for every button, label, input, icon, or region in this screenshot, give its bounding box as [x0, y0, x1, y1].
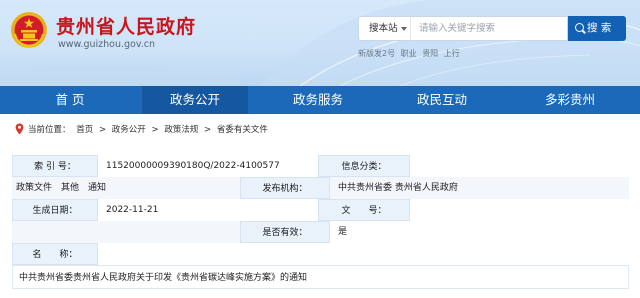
- site-title[interactable]: 贵州省人民政府: [56, 12, 196, 39]
- breadcrumb-link-gov-affairs[interactable]: 政务公开: [112, 125, 146, 135]
- nav-item-gov-services[interactable]: 政务服务: [268, 86, 368, 114]
- site-domain: www.guizhou.gov.cn: [58, 39, 155, 50]
- empty-cell: [12, 221, 240, 243]
- hot-search-link[interactable]: 贵阳: [422, 49, 438, 58]
- search-scope-select[interactable]: 搜本站: [358, 16, 410, 41]
- table-row: 索 引 号： 11520000009390180Q/2022-4100577 信…: [12, 155, 629, 177]
- table-row: 中共贵州省委贵州省人民政府关于印发《贵州省碳达峰实施方案》的通知: [12, 265, 629, 289]
- main-nav: 首 页 政务公开 政务服务 政民互动 多彩贵州: [0, 86, 640, 114]
- nav-item-home[interactable]: 首 页: [15, 86, 125, 114]
- breadcrumb-label: 当前位置：: [28, 125, 71, 135]
- validity-value: 是: [330, 221, 629, 243]
- document-number-value: [410, 199, 629, 221]
- search-button[interactable]: 搜 索: [568, 16, 626, 41]
- breadcrumb-separator: >: [204, 125, 212, 135]
- breadcrumb-link-home[interactable]: 首页: [76, 125, 93, 135]
- breadcrumb-link-current[interactable]: 省委有关文件: [217, 125, 268, 135]
- search-input[interactable]: [410, 16, 568, 41]
- table-row: 生成日期： 2022-11-21 文 号：: [12, 199, 629, 221]
- document-number-label: 文 号：: [318, 199, 410, 221]
- date-value: 2022-11-21: [98, 199, 318, 221]
- breadcrumb-path: 当前位置： 首页 > 政务公开 > 政策法规 > 省委有关文件: [28, 123, 271, 135]
- nav-item-colorful-guizhou[interactable]: 多彩贵州: [515, 86, 625, 114]
- index-number-value: 11520000009390180Q/2022-4100577: [98, 155, 318, 177]
- issuer-value: 中共贵州省委 贵州省人民政府: [330, 177, 629, 199]
- nav-item-gov-affairs-open[interactable]: 政务公开: [142, 86, 248, 114]
- site-header: 贵州省人民政府 www.guizhou.gov.cn 搜本站 搜 索 新版发2号…: [0, 0, 640, 86]
- location-pin-icon: [15, 123, 24, 135]
- breadcrumb-separator: >: [98, 125, 107, 135]
- search-icon: [575, 23, 584, 32]
- index-number-label: 索 引 号：: [12, 155, 98, 177]
- hot-search-link[interactable]: 新版发2号: [358, 49, 395, 58]
- hot-search-link[interactable]: 职业: [401, 49, 417, 58]
- category-value: 政策文件 其他 通知: [12, 177, 240, 199]
- chevron-down-icon: [401, 27, 407, 31]
- validity-label: 是否有效：: [240, 221, 330, 243]
- breadcrumb-separator: >: [151, 125, 159, 135]
- document-title-label: 名 称：: [12, 243, 98, 265]
- table-row: 名 称：: [12, 243, 629, 265]
- document-title-value: 中共贵州省委贵州省人民政府关于印发《贵州省碳达峰实施方案》的通知: [12, 265, 629, 289]
- category-label: 信息分类：: [318, 155, 410, 177]
- search-box: 搜本站 搜 索: [358, 16, 626, 41]
- national-emblem-icon: [11, 12, 47, 49]
- page: 贵州省人民政府 www.guizhou.gov.cn 搜本站 搜 索 新版发2号…: [0, 0, 640, 298]
- date-label: 生成日期：: [12, 199, 98, 221]
- nav-item-public-interaction[interactable]: 政民互动: [392, 86, 492, 114]
- breadcrumb: 当前位置： 首页 > 政务公开 > 政策法规 > 省委有关文件: [0, 114, 640, 146]
- search-button-label: 搜 索: [587, 22, 612, 34]
- table-row: 是否有效： 是: [12, 221, 629, 243]
- issuer-label: 发布机构：: [240, 177, 330, 199]
- breadcrumb-link-policy[interactable]: 政策法规: [164, 125, 198, 135]
- hot-searches: 新版发2号 职业 贵阳 上行: [358, 48, 463, 59]
- search-scope-label: 搜本站: [369, 23, 398, 34]
- hot-search-link[interactable]: 上行: [444, 49, 460, 58]
- table-row: 政策文件 其他 通知 发布机构： 中共贵州省委 贵州省人民政府: [12, 177, 629, 199]
